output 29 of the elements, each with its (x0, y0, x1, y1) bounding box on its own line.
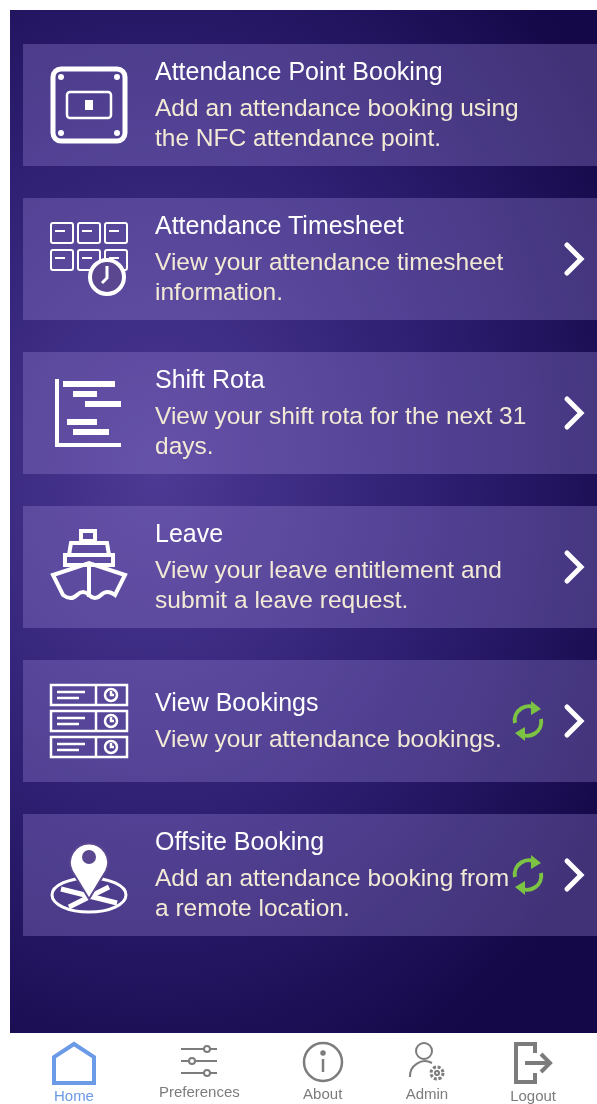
tab-button[interactable]: About (301, 1041, 344, 1102)
logout-icon (513, 1041, 554, 1085)
booking-list-icon (49, 683, 129, 759)
tab-button[interactable]: Logout (510, 1041, 556, 1104)
timesheet-clock-icon (49, 219, 129, 299)
user-settings-icon (406, 1041, 447, 1083)
menu-card[interactable]: Leave View your leave entitlement and submit a leave request. (23, 506, 597, 628)
menu-card[interactable]: Shift Rota View your shift rota for the next 31 days. (23, 352, 597, 474)
card-description: Add an attendance booking using the NFC attendance point. (155, 93, 520, 153)
card-title: Attendance Timesheet (155, 211, 405, 239)
menu-card[interactable]: Offsite Booking Add an attendance booking from a remote location. (23, 814, 597, 936)
card-title: View Bookings (155, 688, 320, 716)
info-icon (301, 1041, 344, 1083)
home-icon (50, 1041, 97, 1085)
card-title: Shift Rota (155, 365, 266, 393)
menu-card[interactable]: View Bookings View your attendance bookings. (23, 660, 597, 782)
nfc-reader-icon (50, 66, 128, 144)
tab-button[interactable]: Preferences (158, 1041, 240, 1100)
card-title: Attendance Point Booking (155, 57, 444, 85)
card-description: View your attendance timesheet information. (155, 247, 505, 307)
card-description: View your attendance bookings. (155, 724, 503, 754)
card-description: Add an attendance booking from a remote location. (155, 863, 511, 923)
card-title: Offsite Booking (155, 827, 326, 855)
menu-card[interactable]: Attendance Timesheet View your attendance timesheet information. (23, 198, 597, 320)
card-description: View your leave entitlement and submit a leave request. (155, 555, 503, 615)
tab-button[interactable]: Admin (405, 1041, 449, 1102)
menu-card[interactable]: Attendance Point Booking Add an attendance booking using the NFC attendance point. (23, 44, 597, 166)
card-description: View your shift rota for the next 31 days. (155, 401, 528, 461)
card-title: Leave (155, 519, 225, 547)
